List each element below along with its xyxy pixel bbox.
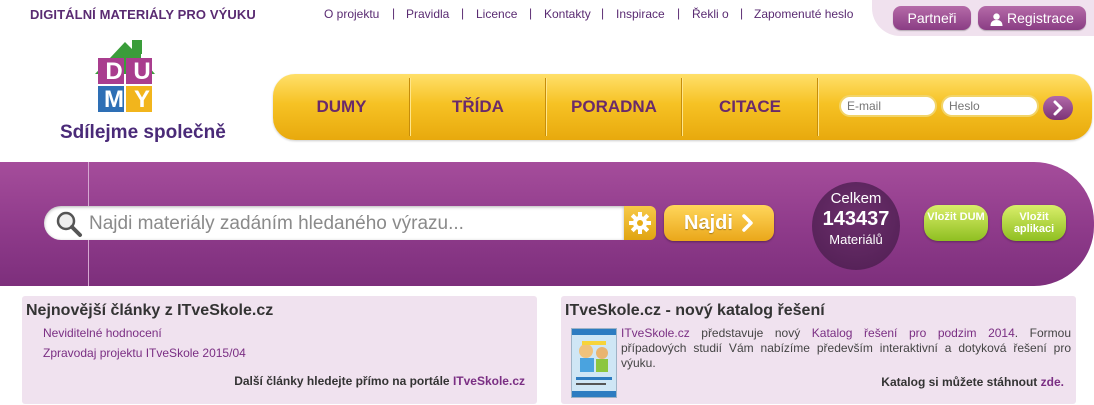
registrace-label: Registrace: [1007, 10, 1074, 26]
articles-footer: Další články hledejte přímo na portále I…: [234, 374, 525, 388]
articles-panel: Nejnovější články z ITveSkole.cz Nevidit…: [22, 296, 537, 404]
top-nav-separator: |: [601, 6, 605, 20]
registrace-button[interactable]: Registrace: [978, 6, 1086, 30]
site-tagline: DIGITÁLNÍ MATERIÁLY PRO VÝUKU: [30, 7, 256, 22]
search-icon: [56, 211, 82, 237]
nav-item-trida[interactable]: TŘÍDA: [410, 74, 546, 140]
dumy-logo[interactable]: D U M Y Sdílejme společně: [60, 38, 230, 148]
catalog-panel: ITveSkole.cz - nový katalog řešení ITveS…: [561, 296, 1076, 404]
account-area: Partneři Registrace: [872, 0, 1094, 36]
top-link-inspirace[interactable]: Inspirace: [616, 7, 665, 21]
top-link-pravidla[interactable]: Pravidla: [406, 7, 449, 21]
password-field[interactable]: [941, 95, 1039, 117]
upload-app-label: Vložit aplikaci: [1013, 211, 1055, 235]
itveskole-link[interactable]: ITveSkole.cz: [453, 374, 525, 388]
catalog-panel-title: ITveSkole.cz - nový katalog řešení: [565, 302, 825, 319]
top-nav-separator: |: [529, 6, 533, 20]
login-submit-button[interactable]: [1043, 96, 1073, 120]
counter-label-top: Celkem: [830, 190, 882, 207]
upload-dum-label: Vložit DUM: [927, 211, 985, 223]
nav-item-dumy[interactable]: DUMY: [273, 74, 410, 140]
logo-letter-d: D: [105, 58, 123, 85]
top-link-licence[interactable]: Licence: [476, 7, 517, 21]
logo-slogan: Sdílejme společně: [60, 122, 226, 143]
catalog-text: představuje nový: [701, 326, 801, 340]
search-box[interactable]: Najdi materiály zadáním hledaného výrazu…: [44, 206, 624, 240]
catalog-description: ITveSkole.cz představuje nový Katalog ře…: [621, 326, 1071, 371]
user-icon: [990, 13, 1003, 26]
article-link[interactable]: Zpravodaj projektu ITveSkole 2015/04: [43, 346, 246, 360]
counter-label-bottom: Materiálů: [829, 232, 883, 247]
chevron-right-icon: [742, 214, 753, 232]
catalog-download-link[interactable]: zde.: [1041, 375, 1064, 389]
logo-letter-u: U: [133, 58, 151, 85]
search-button[interactable]: Najdi: [664, 205, 774, 241]
counter-value: 143437: [822, 208, 890, 230]
itveskole-link[interactable]: ITveSkole.cz: [621, 326, 690, 340]
catalog-footer: Katalog si můžete stáhnout zde.: [881, 375, 1064, 389]
catalog-cover-image: [572, 329, 616, 397]
articles-footer-text: Další články hledejte přímo na portále: [234, 374, 450, 388]
upload-dum-button[interactable]: Vložit DUM: [924, 205, 988, 241]
email-field[interactable]: [839, 95, 937, 117]
top-link-kontakty[interactable]: Kontakty: [544, 7, 591, 21]
search-placeholder: Najdi materiály zadáním hledaného výrazu…: [89, 213, 464, 234]
catalog-thumbnail[interactable]: [571, 328, 617, 398]
top-nav-separator: |: [677, 6, 681, 20]
nav-item-poradna[interactable]: PORADNA: [546, 74, 682, 140]
top-link-o-projektu[interactable]: O projektu: [324, 7, 379, 21]
top-link-zapomenute-heslo[interactable]: Zapomenuté heslo: [754, 7, 853, 21]
nav-item-citace[interactable]: CITACE: [682, 74, 818, 140]
catalog-footer-text: Katalog si můžete stáhnout: [881, 375, 1038, 389]
top-nav-separator: |: [740, 6, 744, 20]
logo-letter-y: Y: [133, 86, 150, 113]
upload-app-button[interactable]: Vložit aplikaci: [1002, 205, 1066, 241]
gear-icon: [629, 212, 651, 234]
main-nav: DUMY TŘÍDA PORADNA CITACE: [273, 74, 1092, 140]
nav-divider: [817, 78, 819, 136]
search-band: Najdi materiály zadáním hledaného výrazu…: [0, 162, 1094, 286]
article-link[interactable]: Neviditelné hodnocení: [43, 326, 162, 340]
logo-letter-m: M: [104, 86, 124, 113]
top-nav-separator: |: [461, 6, 465, 20]
search-settings-button[interactable]: [624, 206, 656, 240]
top-nav-separator: |: [392, 6, 396, 20]
partneri-button[interactable]: Partneři: [893, 6, 971, 30]
catalog-link[interactable]: Katalog řešení pro podzim 2014: [812, 326, 1015, 340]
search-button-label: Najdi: [684, 212, 733, 234]
materials-counter: Celkem 143437 Materiálů: [812, 182, 900, 270]
top-bar: DIGITÁLNÍ MATERIÁLY PRO VÝUKU O projektu…: [0, 0, 1094, 36]
articles-panel-title: Nejnovější články z ITveSkole.cz: [26, 302, 274, 319]
top-link-rekli-o[interactable]: Řekli o: [692, 7, 729, 21]
chevron-right-icon: [1053, 100, 1063, 116]
